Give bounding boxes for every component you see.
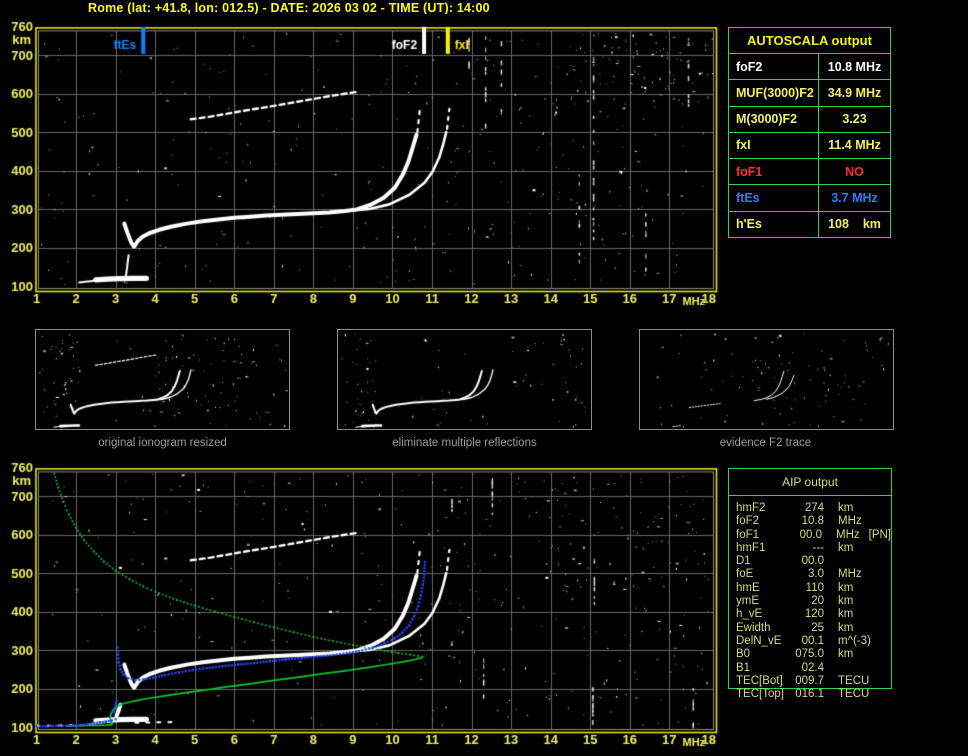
aip-unit: km bbox=[838, 502, 854, 514]
aip-value: 00.0 bbox=[801, 555, 824, 568]
aip-param: hmF2 bbox=[736, 502, 766, 514]
aip-value: 20 bbox=[811, 595, 824, 608]
thumbnail-eliminate-reflections bbox=[337, 329, 592, 430]
aip-value: 120 bbox=[804, 608, 824, 621]
aip-row-B1: B1 02.4 bbox=[736, 662, 891, 675]
thumbnail-caption-original: original ionogram resized bbox=[98, 437, 227, 449]
thumbnail-evidence-canvas bbox=[641, 331, 892, 428]
autoscala-row-value: 11.4 MHz bbox=[828, 138, 881, 153]
aip-table-title: AIP output bbox=[729, 469, 891, 496]
aip-param: foE bbox=[736, 568, 754, 581]
aip-row-h_vE: h_vE 120 km bbox=[736, 608, 891, 621]
aip-value: 10.8 bbox=[801, 515, 824, 528]
aip-unit: km bbox=[838, 595, 854, 608]
aip-unit: km bbox=[838, 648, 854, 661]
autoscala-row-value: NO bbox=[845, 164, 864, 179]
autoscala-row-label: ftEs bbox=[729, 185, 819, 211]
aip-value: 00.1 bbox=[801, 634, 824, 647]
aip-param: DelN_vE bbox=[736, 634, 782, 647]
aip-param: ymE bbox=[736, 595, 759, 608]
autoscala-row-ftEs: ftEs 3.7 MHz bbox=[729, 185, 890, 212]
aip-output-table: AIP output hmF2 274 km foF2 10.8 MHz foF1 00.… bbox=[728, 468, 892, 700]
autoscala-row-M3000F2: M(3000)F2 3.23 bbox=[729, 106, 890, 133]
aip-row-B0: B0 075.0 km bbox=[736, 648, 891, 661]
autoscala-row-fxI: fxI 11.4 MHz bbox=[729, 132, 890, 160]
aip-value: 274 bbox=[804, 502, 824, 514]
thumbnail-eliminate-canvas bbox=[339, 331, 590, 428]
aip-param: TEC[Bot] bbox=[736, 674, 783, 687]
autoscala-row-label: h'Es bbox=[729, 211, 819, 237]
thumbnail-evidence-f2 bbox=[639, 329, 894, 430]
aip-row-foF1: foF1 00.0 MHz [PN] bbox=[736, 529, 891, 542]
autoscala-row-label: foF1 bbox=[729, 159, 819, 185]
aip-unit: MHz bbox=[838, 568, 862, 581]
aip-row-foE: foE 3.0 MHz bbox=[736, 568, 891, 581]
aip-value: 25 bbox=[811, 621, 824, 634]
aip-unit: MHz bbox=[835, 528, 860, 541]
aip-unit: km bbox=[838, 581, 854, 594]
aip-row-ymE: ymE 20 km bbox=[736, 595, 891, 608]
autoscala-row-label: fxI bbox=[729, 132, 819, 159]
autoscala-row-label: foF2 bbox=[729, 54, 819, 80]
autoscala-row-MUF3000F2: MUF(3000)F2 34.9 MHz bbox=[729, 80, 890, 107]
aip-value: 3.0 bbox=[808, 568, 824, 581]
aip-param: TEC[Top] bbox=[736, 688, 784, 701]
aip-value: 016.1 bbox=[795, 688, 824, 701]
aip-row-Ewidth: Ewidth 25 km bbox=[736, 622, 891, 635]
aip-row-hmF1: hmF1 --- km bbox=[736, 542, 891, 555]
aip-row-hmE: hmE 110 km bbox=[736, 582, 891, 595]
thumbnail-caption-evidence: evidence F2 trace bbox=[719, 437, 812, 449]
aip-value: 110 bbox=[805, 581, 824, 594]
aip-value: 075.0 bbox=[795, 648, 824, 661]
bottom-ionogram-canvas bbox=[0, 456, 724, 756]
aip-param: foF2 bbox=[736, 515, 760, 528]
aip-value: 009.7 bbox=[795, 674, 824, 687]
aip-param: B0 bbox=[736, 648, 751, 661]
top-ionogram-canvas bbox=[0, 14, 724, 314]
page-title: Rome (lat: +41.8, lon: 012.5) - DATE: 20… bbox=[88, 1, 490, 15]
aip-table-rows: hmF2 274 km foF2 10.8 MHz foF1 00.0 MHz [PN] hm… bbox=[729, 496, 891, 701]
autoscala-row-value: 108 km bbox=[828, 217, 881, 232]
autoscala-window: Rome (lat: +41.8, lon: 012.5) - DATE: 20… bbox=[0, 0, 968, 756]
aip-unit: TECU bbox=[838, 674, 870, 687]
aip-row-hmF2: hmF2 274 km bbox=[736, 502, 891, 515]
aip-row-foF2: foF2 10.8 MHz bbox=[736, 515, 891, 528]
aip-param: h_vE bbox=[736, 608, 763, 621]
autoscala-row-label: M(3000)F2 bbox=[729, 106, 819, 132]
aip-unit: TECU bbox=[838, 688, 870, 701]
autoscala-row-value: 3.23 bbox=[842, 112, 867, 127]
aip-row-DelN_vE: DelN_vE 00.1 m^(-3) bbox=[736, 635, 891, 648]
autoscala-row-value: 10.8 MHz bbox=[827, 59, 882, 74]
aip-unit: MHz bbox=[838, 515, 862, 528]
autoscala-output-table: AUTOSCALA output foF2 10.8 MHz MUF(3000)… bbox=[728, 27, 891, 238]
aip-value: 02.4 bbox=[801, 661, 824, 674]
aip-row-TEC-Top: TEC[Top] 016.1 TECU bbox=[736, 688, 891, 701]
autoscala-table-title: AUTOSCALA output bbox=[729, 28, 890, 54]
thumbnail-original-canvas bbox=[37, 331, 288, 428]
aip-unit: m^(-3) bbox=[838, 634, 871, 647]
aip-param: D1 bbox=[736, 555, 751, 568]
aip-param: Ewidth bbox=[736, 621, 771, 634]
thumbnail-caption-eliminate: eliminate multiple reflections bbox=[392, 437, 537, 449]
aip-param: foF1 bbox=[736, 528, 760, 541]
autoscala-row-foF2: foF2 10.8 MHz bbox=[729, 54, 890, 81]
aip-value: 00.0 bbox=[799, 528, 822, 541]
aip-row-TEC-Bot: TEC[Bot] 009.7 TECU bbox=[736, 675, 891, 688]
autoscala-row-hEs: h'Es 108 km bbox=[729, 211, 890, 237]
autoscala-row-value: 3.7 MHz bbox=[831, 191, 878, 206]
aip-param: hmE bbox=[736, 581, 760, 594]
aip-unit: km bbox=[838, 621, 854, 634]
aip-unit: km bbox=[838, 608, 854, 621]
aip-row-D1: D1 00.0 bbox=[736, 555, 891, 568]
aip-param: hmF1 bbox=[736, 541, 766, 554]
aip-param: B1 bbox=[736, 661, 751, 674]
autoscala-row-foF1: foF1 NO bbox=[729, 159, 890, 186]
autoscala-row-label: MUF(3000)F2 bbox=[729, 80, 819, 106]
autoscala-row-value: 34.9 MHz bbox=[827, 85, 882, 100]
aip-note: [PN] bbox=[868, 528, 891, 541]
thumbnail-original-ionogram bbox=[35, 329, 290, 430]
aip-unit: km bbox=[838, 541, 854, 554]
aip-value: --- bbox=[812, 541, 825, 554]
